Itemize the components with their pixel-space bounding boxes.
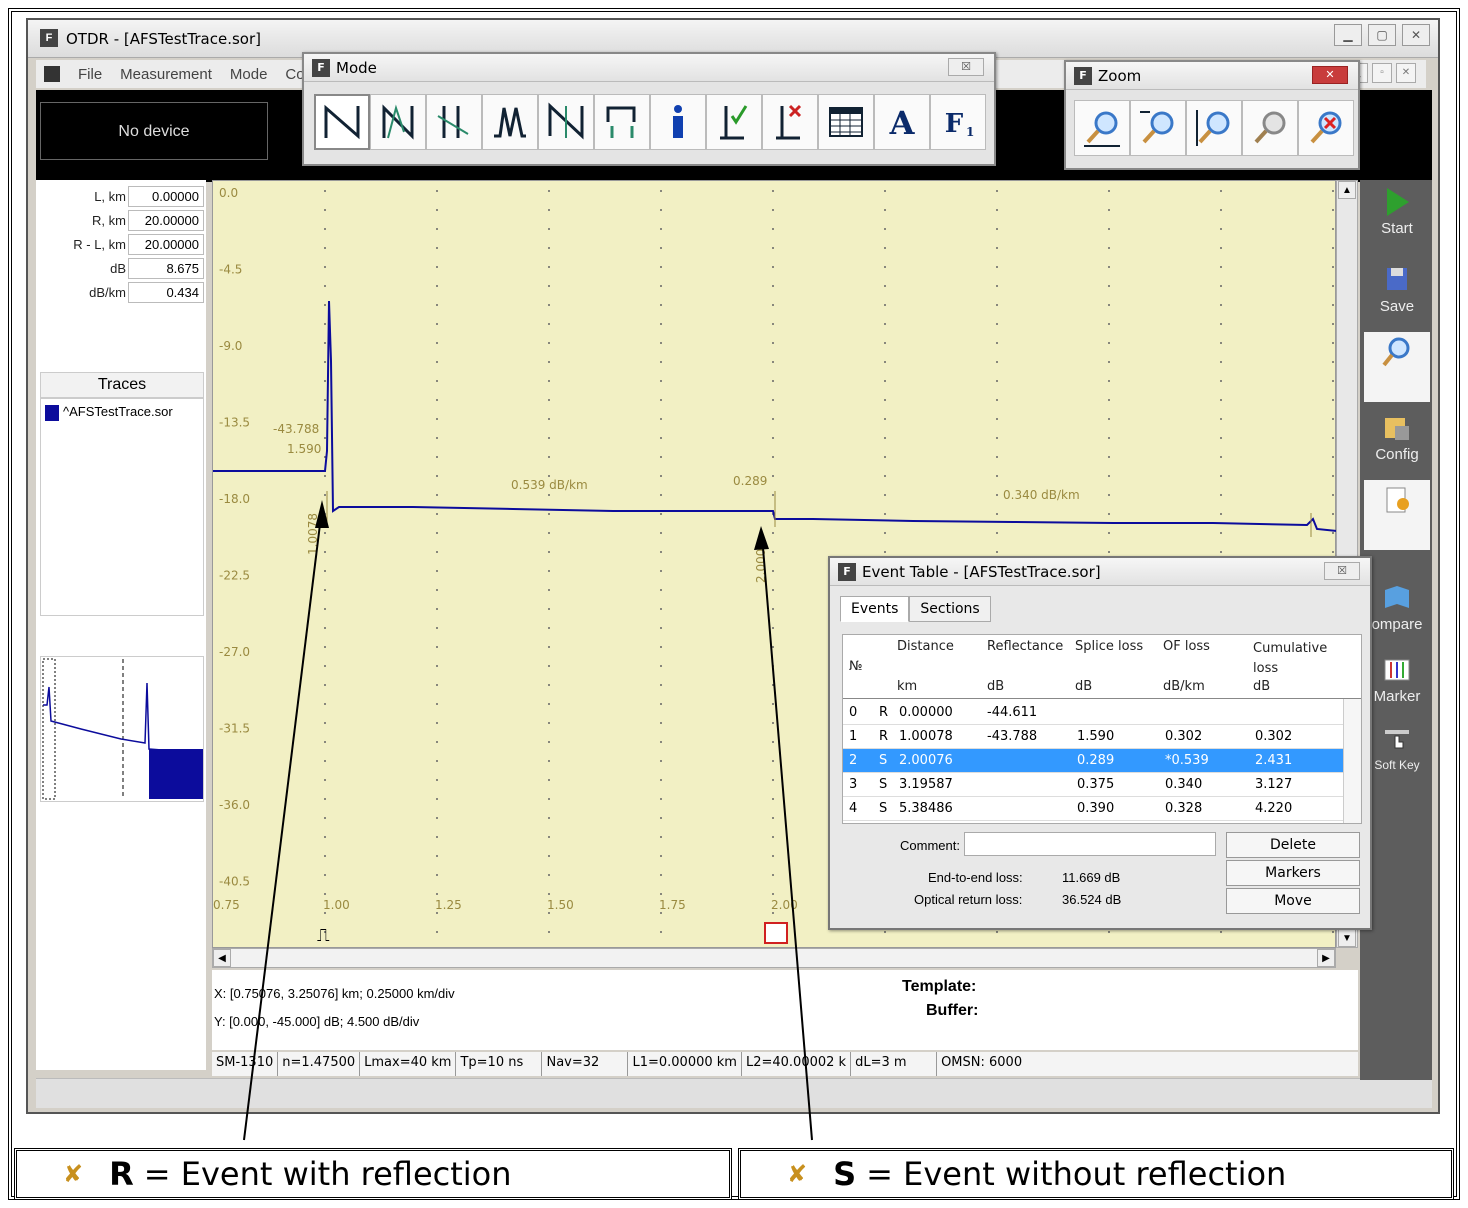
- bullet-icon: ✘: [63, 1160, 84, 1188]
- legend-non-reflective: ✘ S = Event without reflection: [738, 1148, 1454, 1200]
- r-event-arrowhead: [315, 500, 329, 528]
- legend-text: = Event without reflection: [866, 1155, 1287, 1193]
- s-event-arrowhead: [754, 526, 769, 550]
- legend-text: = Event with reflection: [143, 1155, 512, 1193]
- callout-arrows: [243, 500, 813, 1141]
- legend-key: S: [833, 1155, 857, 1193]
- legend-key: R: [109, 1155, 134, 1193]
- r-event-arrow: [243, 507, 323, 1141]
- s-event-arrow: [761, 535, 813, 1141]
- legend-reflective: ✘ R = Event with reflection: [14, 1148, 732, 1200]
- bullet-icon: ✘: [787, 1160, 808, 1188]
